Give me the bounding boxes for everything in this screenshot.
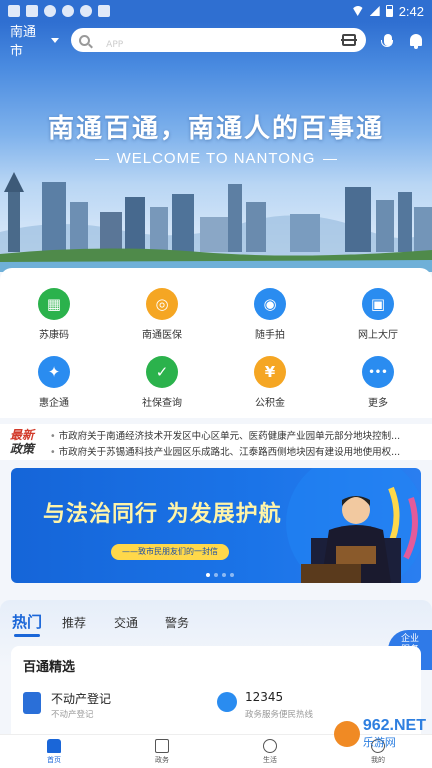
search-placeholder: APP [106,40,124,50]
service-online-hall[interactable]: ▣ 网上大厅 [338,288,418,341]
search-input[interactable]: APP [71,28,367,52]
news-item[interactable]: 市政府关于南通经济技术开发区中心区单元、医药健康产业园单元部分地块控制... [50,428,420,442]
more-icon: ••• [362,356,394,388]
download-icon [44,5,56,17]
nav-home[interactable]: 首页 [34,739,74,765]
service-social-security[interactable]: ✓ 社保查询 [122,356,202,409]
microphone-icon[interactable] [381,34,394,47]
promo-banner[interactable]: 与法治同行 为发展护航 ——致市民朋友们的一封信 [11,468,421,583]
tab-police[interactable]: 警务 [165,614,189,631]
chevron-down-icon [51,37,60,43]
notification-icon [26,5,38,17]
notification-icon [80,5,92,17]
scan-icon[interactable] [341,34,358,46]
latest-policy-badge: 最新 政策 [10,428,35,456]
services-grid: ▦ 苏康码 ◎ 南通医保 ◉ 随手拍 ▣ 网上大厅 ✦ 惠企通 ✓ 社保查询 ¥… [0,268,432,418]
service-label: 南通医保 [142,330,182,341]
signal-icon [369,6,380,16]
item-title: 不动产登记 [51,692,112,706]
item-title: 12345 [245,690,284,704]
hero-banner: 南通市 APP 南通百通，南通人的百事通 WELCOME TO NANTONG [0,22,432,272]
carousel-dot[interactable] [206,573,210,577]
search-icon [79,34,91,46]
document-icon [155,739,169,753]
card-title: 百通精选 [23,660,76,675]
watermark-subtext: 乐游网 [362,736,396,749]
city-label: 南通市 [10,25,37,59]
service-medical-insurance[interactable]: ◎ 南通医保 [122,288,202,341]
service-label: 网上大厅 [358,330,398,341]
news-item[interactable]: 市政府关于苏锡通科技产业园区乐成路北、江泰路西侧地块因有建设用地使用权... [50,444,420,458]
watermark-logo-icon [333,721,360,747]
carousel-indicator [206,573,234,577]
carousel-dot[interactable] [222,573,226,577]
carousel-dot[interactable] [214,573,218,577]
notification-icon [8,5,20,17]
service-label: 公积金 [255,398,285,409]
banner-title: 与法治同行 为发展护航 [43,502,282,527]
social-security-icon: ✓ [146,356,178,388]
nav-government[interactable]: 政务 [142,739,182,765]
service-photo-report[interactable]: ◉ 随手拍 [230,288,310,341]
item-hotline[interactable]: 12345 政务服务便民热线 [217,690,407,720]
real-estate-icon [23,692,41,714]
online-hall-icon: ▣ [362,288,394,320]
home-icon [47,739,61,753]
status-time: 2:42 [398,3,424,19]
service-label: 更多 [368,398,388,409]
item-subtitle: 政务服务便民热线 [245,710,314,720]
notification-icon [62,5,74,17]
notification-icon [98,5,110,17]
medical-insurance-icon: ◎ [146,288,178,320]
nav-life[interactable]: 生活 [250,739,290,765]
tab-traffic[interactable]: 交通 [114,614,138,631]
banner-caption: ——致市民朋友们的一封信 [111,544,229,560]
service-enterprise[interactable]: ✦ 惠企通 [14,356,94,409]
hotline-icon [217,692,237,712]
service-sukangma[interactable]: ▦ 苏康码 [14,288,94,341]
item-real-estate[interactable]: 不动产登记 不动产登记 [23,690,203,720]
housing-fund-icon: ¥ [254,356,286,388]
notification-icons [8,5,110,17]
site-watermark: 962.NET 乐游网 [333,717,426,750]
item-subtitle: 不动产登记 [51,710,94,720]
service-label: 惠企通 [39,398,69,409]
watermark-text: 962.NET [362,717,426,734]
enterprise-icon: ✦ [38,356,70,388]
city-selector[interactable]: 南通市 [10,22,60,59]
carousel-dot[interactable] [230,573,234,577]
city-skyline-image [0,172,432,272]
tab-hot[interactable]: 热门 [12,611,42,637]
divider [94,158,109,160]
service-label: 社保查询 [142,398,182,409]
tab-recommend[interactable]: 推荐 [62,614,86,631]
hero-title: 南通百通，南通人的百事通 [47,114,384,144]
qr-code-icon: ▦ [38,288,70,320]
camera-icon: ◉ [254,288,286,320]
battery-icon [385,5,393,17]
wifi-icon [351,6,364,16]
heart-icon [263,739,277,753]
service-housing-fund[interactable]: ¥ 公积金 [230,356,310,409]
service-label: 苏康码 [39,330,69,341]
policy-news: 最新 政策 市政府关于南通经济技术开发区中心区单元、医药健康产业园单元部分地块控… [0,424,432,460]
bell-icon[interactable] [410,34,422,49]
service-label: 随手拍 [255,330,285,341]
divider [323,158,338,160]
top-bar: 南通市 APP [0,25,432,59]
service-more[interactable]: ••• 更多 [338,356,418,409]
status-bar: 2:42 [0,0,432,22]
